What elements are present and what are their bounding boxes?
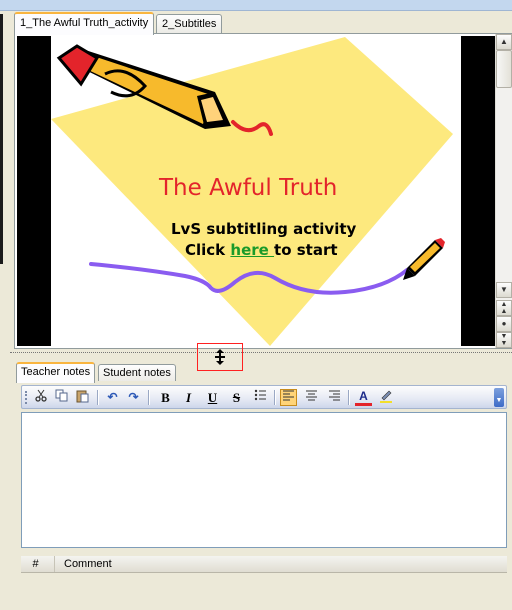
left-panel-edge [0,14,3,264]
toolbar-separator [274,390,276,405]
cut-icon[interactable] [32,389,49,406]
scroll-down-button[interactable]: ▼ [496,282,512,298]
highlight-icon[interactable] [377,389,394,406]
slide-cta: Click here to start [185,241,338,259]
next-slide-button[interactable]: ▼ ▼ [496,332,512,348]
font-color-icon[interactable]: A [355,389,372,406]
tab-slide-2[interactable]: 2_Subtitles [156,14,223,33]
scroll-thumb[interactable] [496,50,512,88]
strikethrough-icon[interactable]: S [228,389,245,406]
copy-icon[interactable] [53,389,70,406]
tab-slide-1[interactable]: 1_The Awful Truth_activity [14,12,155,35]
paste-icon[interactable] [74,389,91,406]
tab-teacher-notes[interactable]: Teacher notes [16,362,96,383]
pencil-small-icon [403,238,445,280]
align-center-icon[interactable] [303,389,320,406]
toolbar-grip[interactable] [25,391,29,404]
scroll-up-button[interactable]: ▲ [496,34,512,50]
italic-icon[interactable]: I [180,389,197,406]
toolbar-separator [348,390,350,405]
resize-cursor-icon[interactable] [197,343,243,371]
slide-subtitle: LvS subtitling activity [171,220,357,238]
comments-table-body [21,573,507,610]
toolbar-overflow-button[interactable]: ▼ [494,388,504,407]
formatting-toolbar: ↶ ↷ B I U S A ▼ [21,385,507,409]
undo-icon[interactable]: ↶ [104,389,121,406]
align-left-icon[interactable] [280,389,297,406]
window-top-strip [0,0,512,11]
slide-nav-dot[interactable]: ● [496,316,512,332]
toolbar-separator [97,390,99,405]
comments-table-header: # Comment [21,556,507,573]
slide-scrollbar[interactable]: ▲ ▼ ▲ ▲ ● ▼ ▼ [495,34,512,348]
column-header-number[interactable]: # [21,556,55,572]
toolbar-separator [148,390,150,405]
here-link[interactable]: here [230,241,274,259]
bullet-list-icon[interactable] [252,389,269,406]
redo-icon[interactable]: ↷ [125,389,142,406]
cta-suffix: to start [274,241,338,259]
bold-icon[interactable]: B [157,389,174,406]
previous-slide-button[interactable]: ▲ ▲ [496,300,512,316]
cta-prefix: Click [185,241,231,259]
panel-splitter[interactable] [10,352,512,356]
underline-icon[interactable]: U [204,389,221,406]
align-right-icon[interactable] [326,389,343,406]
column-header-comment[interactable]: Comment [64,556,112,572]
slide-preview-panel: The Awful Truth LvS subtitling activity … [14,33,512,349]
slide-title: The Awful Truth [159,175,338,201]
teacher-notes-editor[interactable] [21,412,507,548]
tab-student-notes[interactable]: Student notes [98,364,176,381]
slide-canvas: The Awful Truth LvS subtitling activity … [15,34,495,348]
